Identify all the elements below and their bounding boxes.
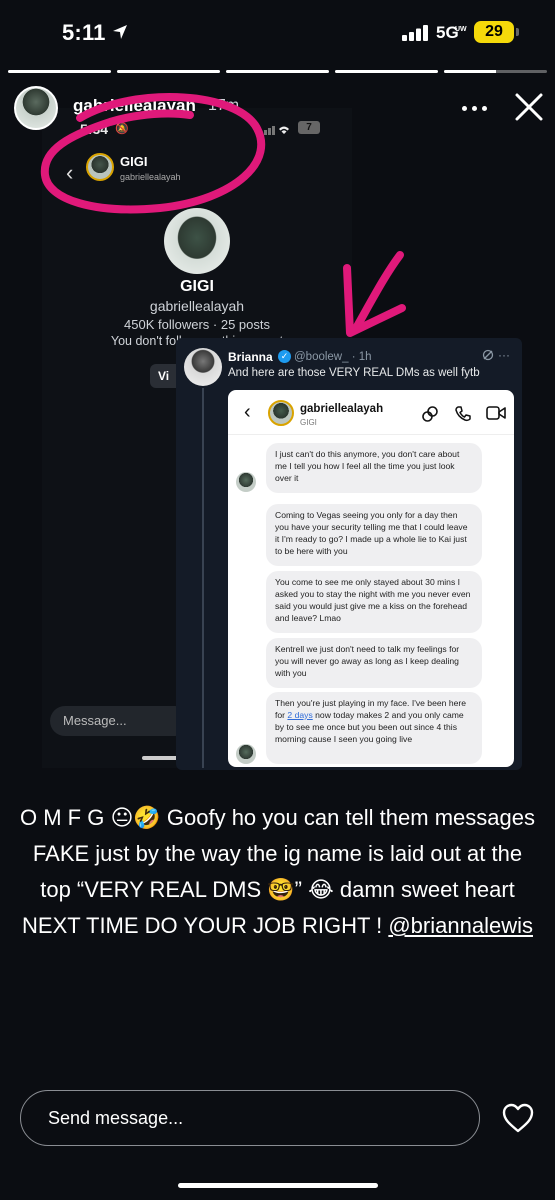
profile-name: GIGI (180, 278, 214, 295)
status-bar: 5:11 5G UW 29 (0, 0, 555, 70)
progress-fill (226, 70, 329, 73)
progress-segment (335, 70, 438, 73)
progress-fill (8, 70, 111, 73)
annotation-arrow-shaft (351, 251, 404, 334)
home-indicator (178, 1183, 378, 1188)
location-arrow-icon (113, 25, 127, 39)
story-progress (8, 70, 547, 73)
battery-indicator: 29 (474, 21, 514, 43)
network-subtype: UW (455, 26, 467, 33)
progress-fill (117, 70, 220, 73)
story-time-ago: 17m (208, 97, 240, 114)
dm-username: gabriellealayah (300, 403, 384, 415)
tweet-author-avatar (184, 348, 222, 386)
profile-stats: 450K followers · 25 posts (124, 317, 270, 332)
dm-message-bubble: You come to see me only stayed about 30 … (266, 571, 482, 633)
grok-icon (482, 349, 494, 361)
send-message-input[interactable]: Send message... (20, 1090, 480, 1146)
more-horizontal-icon[interactable] (460, 98, 490, 118)
dm-message-bubble-last: Then you're just playing in my face. I'v… (266, 692, 482, 764)
tweet-card: Brianna ✓ @boolew_ · 1h ··· And here are… (176, 338, 522, 770)
progress-segment (8, 70, 111, 73)
tweet-text: And here are those VERY REAL DMs as well… (228, 367, 480, 379)
dm-subtitle: GIGI (300, 418, 317, 427)
tweet-more-icon: ··· (498, 348, 510, 362)
back-chevron-icon: ‹ (66, 160, 74, 185)
story-avatar[interactable] (14, 86, 58, 130)
close-icon[interactable] (512, 90, 546, 124)
battery-nub (516, 28, 519, 36)
profile-handle: gabriellealayah (149, 298, 245, 314)
progress-fill (444, 70, 496, 73)
dm-video-icon (486, 406, 506, 420)
dm-message-avatar (236, 472, 256, 492)
screenshot-message-field: Message... (50, 706, 190, 736)
dm-avatar (268, 400, 294, 426)
thread-line (202, 388, 204, 768)
story-caption: O M F G 😐🤣 Goofy ho you can tell them me… (20, 800, 535, 944)
dm-back-icon: ‹ (244, 401, 251, 423)
progress-segment (117, 70, 220, 73)
dm-screenshot: ‹ gabriellealayah GIGI I just can't do t… (228, 390, 514, 767)
dm-message-link: 2 days (287, 710, 313, 720)
screenshot-header-sub: gabriellealayah (120, 172, 181, 182)
dm-phone-icon (455, 406, 471, 422)
progress-segment (226, 70, 329, 73)
dm-message-bubble: Kentrell we just don't need to talk my f… (266, 638, 482, 688)
profile-mini-avatar (86, 153, 114, 181)
tweet-handle: @boolew_ · 1h (294, 351, 372, 363)
dm-message-bubble: I just can't do this anymore, you don't … (266, 443, 482, 493)
cellular-signal-icon (402, 25, 428, 41)
status-time: 5:11 (62, 20, 106, 45)
heart-icon[interactable] (501, 1102, 535, 1134)
dm-message-avatar (236, 744, 256, 764)
progress-fill (335, 70, 438, 73)
profile-avatar (164, 208, 230, 274)
dm-divider (228, 434, 514, 435)
screenshot-header-title: GIGI (120, 154, 148, 169)
story-username[interactable]: gabriellealayah (73, 96, 196, 116)
annotation-arrow-head (343, 264, 406, 337)
caption-mention[interactable]: @briannalewis (388, 913, 533, 938)
dm-message-bubble: Coming to Vegas seeing you only for a da… (266, 504, 482, 566)
verified-badge-icon: ✓ (278, 350, 291, 363)
dm-link-icon (422, 406, 438, 422)
story-header: gabriellealayah 17m (0, 82, 555, 132)
tweet-author-name: Brianna (228, 350, 273, 364)
progress-segment (444, 70, 547, 73)
